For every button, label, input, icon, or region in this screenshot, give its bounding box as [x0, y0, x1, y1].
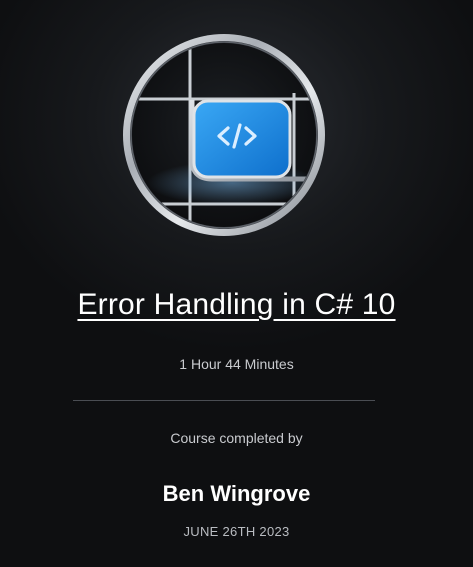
- course-badge-graphic: [123, 34, 325, 236]
- course-badge: [122, 33, 326, 237]
- certificate-card: Error Handling in C# 10 1 Hour 44 Minute…: [0, 0, 473, 567]
- completion-date: JUNE 26TH 2023: [183, 524, 290, 539]
- course-title-link[interactable]: Error Handling in C# 10: [0, 288, 473, 322]
- course-duration: 1 Hour 44 Minutes: [179, 356, 294, 372]
- learner-name: Ben Wingrove: [162, 481, 311, 506]
- divider: [73, 400, 375, 401]
- completed-by-label: Course completed by: [170, 430, 303, 446]
